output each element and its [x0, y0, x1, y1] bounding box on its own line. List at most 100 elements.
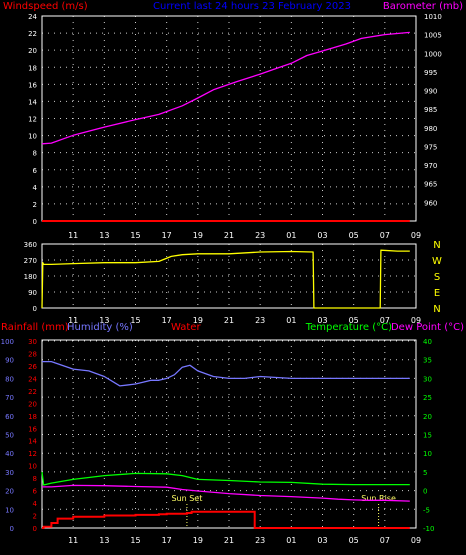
barometer-tick-label: 965 [424, 181, 437, 189]
temperature-axis-label: Temperature (°C) [305, 322, 392, 333]
rainfall-tick-label: 24 [28, 375, 37, 383]
panel-wind-baro-x-tick-label: 03 [317, 231, 327, 240]
barometer-tick-label: 985 [424, 106, 437, 114]
humidity-axis-label: Humidity (%) [67, 322, 133, 333]
panel-direction-x-tick-label: 21 [224, 316, 234, 325]
barometer-tick-label: 980 [424, 125, 437, 133]
rainfall-tick-label: 28 [28, 350, 37, 358]
sun-marker-label: Sun Set [171, 494, 202, 503]
sun-marker-label: Sun Rise [361, 494, 396, 503]
windspeed-tick-label: 0 [33, 218, 37, 226]
direction-tick-label: 90 [28, 289, 37, 297]
panel-direction-x-tick-label: 01 [286, 316, 296, 325]
direction-tick-label: 0 [33, 305, 37, 313]
direction-tick-label: 360 [24, 241, 37, 249]
panel-wind-baro-x-tick-label: 19 [193, 231, 203, 240]
panel-wind-baro-x-tick-label: 01 [286, 231, 296, 240]
panel-wind-baro-x-tick-label: 07 [380, 231, 390, 240]
humidity-tick-label: 0 [10, 525, 14, 533]
barometer-tick-label: 995 [424, 69, 437, 77]
windspeed-tick-label: 14 [28, 98, 37, 106]
humidity-tick-label: 100 [1, 338, 14, 346]
panel-rain-hum-temp-x-tick-label: 17 [162, 536, 172, 545]
temperature-tick-label: -10 [423, 525, 434, 533]
panel-rain-hum-temp-x-tick-label: 05 [349, 536, 359, 545]
panel-wind-baro-x-tick-label: 17 [162, 231, 172, 240]
windspeed-tick-label: 12 [28, 116, 37, 124]
panel-rain-hum-temp-x-tick-label: 13 [99, 536, 109, 545]
rainfall-tick-label: 16 [28, 425, 37, 433]
rainfall-tick-label: 20 [28, 400, 37, 408]
barometer-tick-label: 1010 [424, 13, 442, 21]
panel-rain-hum-temp-x-tick-label: 03 [317, 536, 327, 545]
windspeed-tick-label: 16 [28, 81, 37, 89]
chart-title: Current last 24 hours 23 February 2023 [153, 1, 351, 12]
panel-rain-hum-temp-x-tick-label: 19 [193, 536, 203, 545]
barometer-tick-label: 1000 [424, 50, 442, 58]
panel-wind-baro-x-tick-label: 21 [224, 231, 234, 240]
windspeed-tick-label: 2 [33, 201, 37, 209]
rainfall-tick-label: 18 [28, 413, 37, 421]
rainfall-tick-label: 2 [33, 513, 37, 521]
dewpoint-axis-label: Dew Point (°C) [391, 322, 464, 333]
humidity-tick-label: 10 [5, 506, 14, 514]
rainfall-tick-label: 6 [33, 488, 38, 496]
rainfall-tick-label: 0 [33, 525, 37, 533]
direction-tick-label: 270 [24, 257, 37, 265]
windspeed-tick-label: 10 [28, 133, 37, 141]
humidity-tick-label: 40 [5, 450, 14, 458]
panel-wind-baro-x-tick-label: 23 [255, 231, 265, 240]
rainfall-axis-label: Rainfall (mm) [1, 322, 69, 333]
panel-wind-baro-x-tick-label: 05 [349, 231, 359, 240]
temperature-tick-label: 25 [423, 394, 432, 402]
barometer-axis-label: Barometer (mb) [383, 1, 463, 12]
rainfall-tick-label: 10 [28, 463, 37, 471]
panel-wind-baro-x-tick-label: 09 [411, 231, 421, 240]
panel-rain-hum-temp-x-tick-label: 15 [130, 536, 140, 545]
panel-rain-hum-temp-x-tick-label: 23 [255, 536, 265, 545]
rainfall-tick-label: 8 [33, 475, 37, 483]
panel-rain-hum-temp-x-tick-label: 21 [224, 536, 234, 545]
windspeed-tick-label: 18 [28, 64, 37, 72]
temperature-tick-label: -5 [423, 506, 430, 514]
humidity-tick-label: 70 [5, 394, 14, 402]
temperature-tick-label: 30 [423, 375, 432, 383]
windspeed-tick-label: 20 [28, 47, 37, 55]
humidity-tick-label: 60 [5, 413, 14, 421]
temperature-tick-label: 5 [423, 469, 427, 477]
rainfall-tick-label: 12 [28, 450, 37, 458]
temperature-tick-label: 10 [423, 450, 432, 458]
panel-rain-hum-temp-x-tick-label: 11 [68, 536, 78, 545]
humidity-tick-label: 30 [5, 469, 14, 477]
compass-label: N [433, 240, 440, 251]
panel-rain-hum-temp-x-tick-label: 09 [411, 536, 421, 545]
water-label: Water [171, 322, 201, 333]
barometer-tick-label: 990 [424, 88, 437, 96]
panel-rain-hum-temp-x-tick-label: 01 [286, 536, 296, 545]
humidity-tick-label: 50 [5, 432, 14, 440]
barometer-tick-label: 975 [424, 143, 437, 151]
compass-label: W [432, 256, 442, 267]
barometer-tick-label: 1005 [424, 32, 442, 40]
temperature-tick-label: 15 [423, 432, 432, 440]
temperature-tick-label: 0 [423, 488, 427, 496]
windspeed-axis-label: Windspeed (m/s) [3, 1, 88, 12]
rainfall-tick-label: 22 [28, 388, 37, 396]
panel-wind-baro-x-tick-label: 13 [99, 231, 109, 240]
rainfall-tick-label: 14 [28, 438, 37, 446]
windspeed-tick-label: 4 [33, 184, 38, 192]
compass-label: N [433, 304, 440, 315]
windspeed-tick-label: 24 [28, 13, 37, 21]
panel-direction-x-tick-label: 23 [255, 316, 265, 325]
compass-label: E [434, 288, 440, 299]
compass-label: S [434, 272, 440, 283]
panel-wind-baro-x-tick-label: 11 [68, 231, 78, 240]
panel-wind-baro-x-tick-label: 15 [130, 231, 140, 240]
rainfall-tick-label: 26 [28, 363, 37, 371]
windspeed-tick-label: 6 [33, 167, 38, 175]
panel-rain-hum-temp-x-tick-label: 07 [380, 536, 390, 545]
barometer-tick-label: 970 [424, 162, 437, 170]
barometer-tick-label: 960 [424, 199, 437, 207]
windspeed-tick-label: 22 [28, 30, 37, 38]
rainfall-tick-label: 30 [28, 338, 37, 346]
